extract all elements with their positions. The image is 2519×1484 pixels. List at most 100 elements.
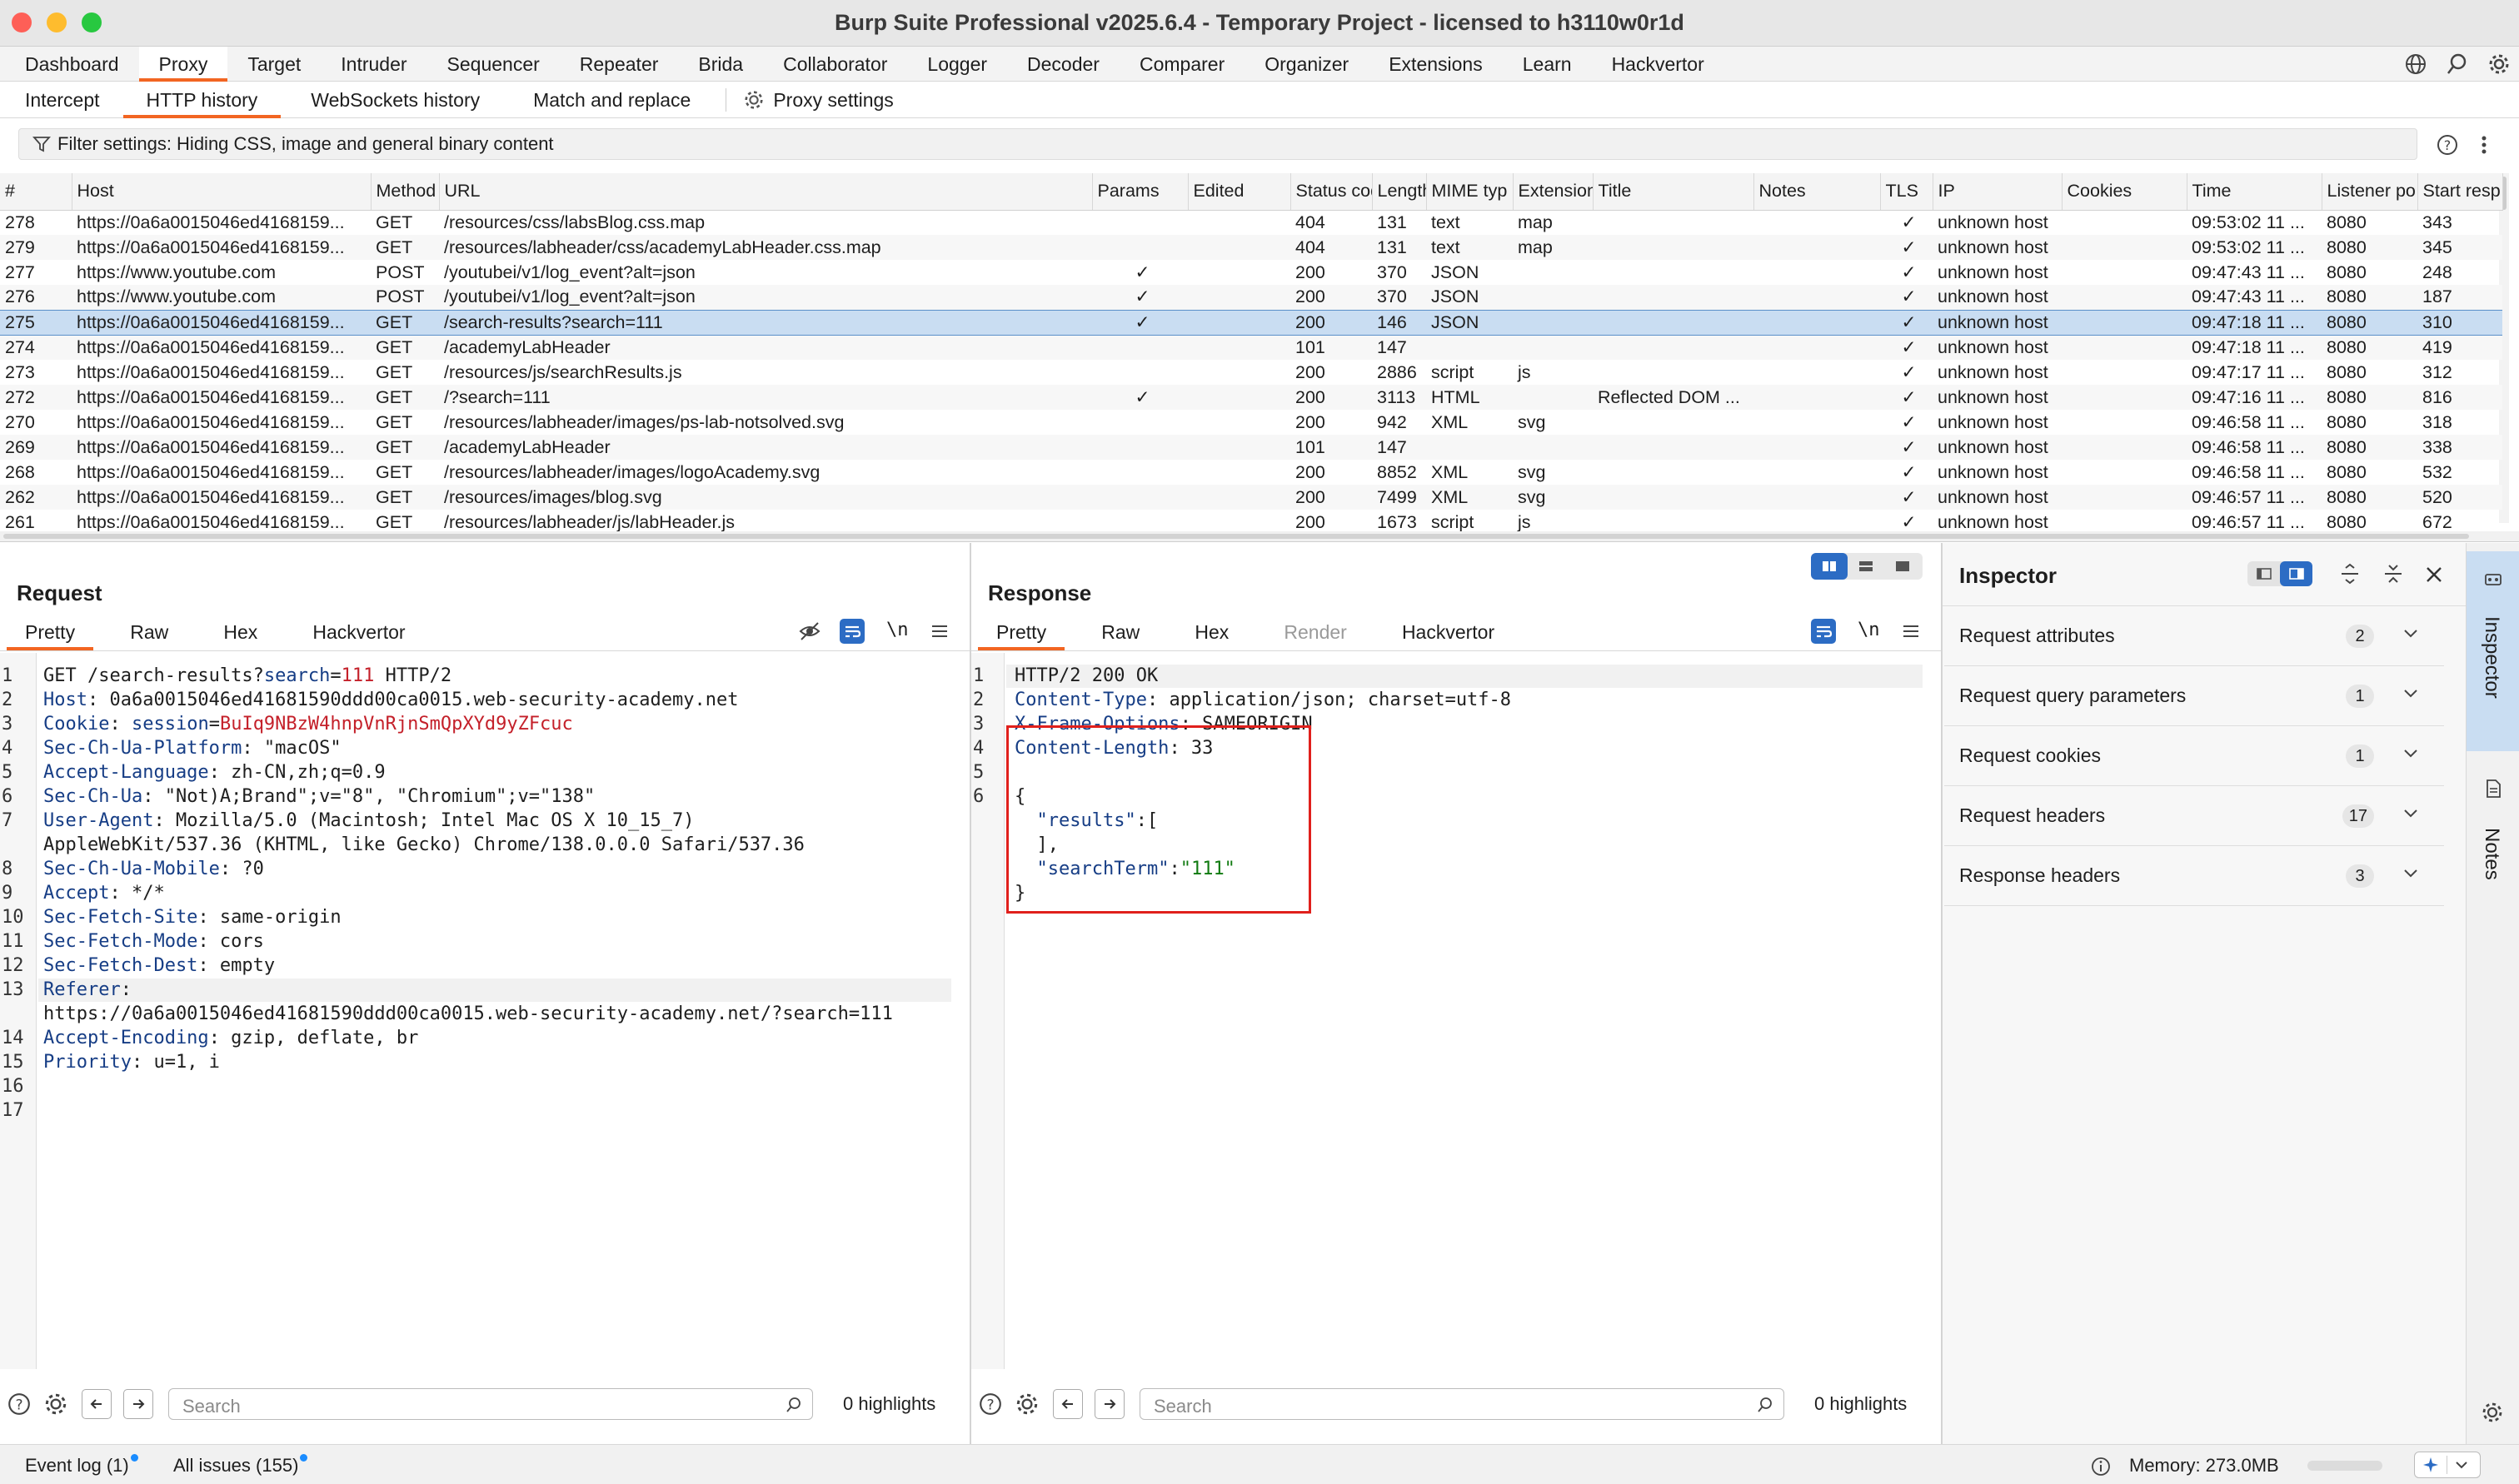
tab-comparer[interactable]: Comparer xyxy=(1120,47,1245,82)
column-header-ip[interactable]: IP xyxy=(1933,173,2063,211)
gear-icon[interactable] xyxy=(43,1392,68,1417)
column-header-number[interactable]: # xyxy=(0,173,72,211)
table-row[interactable]: 277 https://www.youtube.com POST/youtubei/… xyxy=(0,260,2502,285)
table-row[interactable]: 275 https://0a6a0015046ed4168159... GET/se… xyxy=(0,309,2502,336)
side-tab-notes[interactable]: Notes xyxy=(2467,766,2519,916)
inspector-section-request-attributes[interactable]: Request attributes 2 xyxy=(1944,606,2444,666)
globe-icon[interactable] xyxy=(2404,52,2427,76)
response-tab-pretty[interactable]: Pretty xyxy=(978,614,1065,650)
response-search-input[interactable]: Search xyxy=(1140,1388,1784,1420)
table-row[interactable]: 279 https://0a6a0015046ed4168159... GET/re… xyxy=(0,235,2502,260)
inspector-layout-side-button[interactable] xyxy=(2280,561,2312,586)
table-row[interactable]: 261 https://0a6a0015046ed4168159... GET/re… xyxy=(0,510,2502,532)
help-icon[interactable]: ? xyxy=(2436,133,2459,157)
wrap-lines-toggle[interactable] xyxy=(840,619,865,644)
tab-target[interactable]: Target xyxy=(227,47,321,82)
response-tab-hex[interactable]: Hex xyxy=(1176,614,1247,650)
newline-toggle[interactable]: \n xyxy=(1858,620,1880,640)
close-icon[interactable] xyxy=(2424,565,2444,585)
column-header-cookies[interactable]: Cookies xyxy=(2062,173,2187,211)
column-header-url[interactable]: URL xyxy=(439,173,1093,211)
tab-intercept[interactable]: Intercept xyxy=(0,82,123,118)
column-header-params[interactable]: Params xyxy=(1092,173,1189,211)
column-header-listener-po[interactable]: Listener po xyxy=(2322,173,2418,211)
inspector-section-request-query-parameters[interactable]: Request query parameters 1 xyxy=(1944,666,2444,726)
tab-organizer[interactable]: Organizer xyxy=(1245,47,1369,82)
all-issues-button[interactable]: All issues (155) xyxy=(173,1454,308,1477)
column-header-mime-typ[interactable]: MIME typ xyxy=(1426,173,1514,211)
previous-match-button[interactable] xyxy=(1053,1389,1083,1419)
column-header-title[interactable]: Title xyxy=(1593,173,1754,211)
gear-icon[interactable] xyxy=(1015,1392,1040,1417)
table-row[interactable]: 269 https://0a6a0015046ed4168159... GET/ac… xyxy=(0,435,2502,460)
tab-logger[interactable]: Logger xyxy=(907,47,1007,82)
next-match-button[interactable] xyxy=(1095,1389,1125,1419)
ai-assistant-button[interactable] xyxy=(2414,1452,2481,1478)
tab-dashboard[interactable]: Dashboard xyxy=(5,47,139,82)
table-row[interactable]: 272 https://0a6a0015046ed4168159... GET/?s… xyxy=(0,385,2502,410)
collapse-all-icon[interactable] xyxy=(2382,563,2404,585)
column-header-length[interactable]: Length xyxy=(1372,173,1427,211)
help-icon[interactable]: ? xyxy=(978,1392,1003,1417)
expand-all-icon[interactable] xyxy=(2339,563,2361,585)
menu-icon[interactable] xyxy=(930,621,950,641)
layout-side-by-side-button[interactable] xyxy=(1811,553,1848,580)
table-row[interactable]: 278 https://0a6a0015046ed4168159... GET/re… xyxy=(0,210,2502,235)
inspector-section-response-headers[interactable]: Response headers 3 xyxy=(1944,846,2444,906)
column-header-edited[interactable]: Edited xyxy=(1188,173,1291,211)
column-header-status-code[interactable]: Status code xyxy=(1290,173,1373,211)
layout-stacked-button[interactable] xyxy=(1848,553,1884,580)
layout-tabs-button[interactable] xyxy=(1884,553,1921,580)
table-row[interactable]: 268 https://0a6a0015046ed4168159... GET/re… xyxy=(0,460,2502,485)
wrap-lines-toggle[interactable] xyxy=(1811,619,1836,644)
column-header-extension[interactable]: Extension xyxy=(1513,173,1594,211)
next-match-button[interactable] xyxy=(123,1389,153,1419)
menu-icon[interactable] xyxy=(1901,621,1921,641)
inspector-section-request-cookies[interactable]: Request cookies 1 xyxy=(1944,726,2444,786)
inspector-section-request-headers[interactable]: Request headers 17 xyxy=(1944,786,2444,846)
gear-icon[interactable] xyxy=(2481,1401,2504,1424)
tab-match-and-replace[interactable]: Match and replace xyxy=(503,82,714,118)
table-row[interactable]: 273 https://0a6a0015046ed4168159... GET/re… xyxy=(0,360,2502,385)
previous-match-button[interactable] xyxy=(82,1389,112,1419)
inspector-layout-list-button[interactable] xyxy=(2247,561,2280,586)
request-editor[interactable]: 1 GET /search-results?search=111 HTTP/2 2 H… xyxy=(0,653,968,1369)
tab-extensions[interactable]: Extensions xyxy=(1369,47,1503,82)
table-row[interactable]: 262 https://0a6a0015046ed4168159... GET/re… xyxy=(0,485,2502,510)
newline-toggle[interactable]: \n xyxy=(886,620,909,640)
request-tab-pretty[interactable]: Pretty xyxy=(7,614,94,650)
more-options-icon[interactable] xyxy=(2479,133,2489,157)
request-tab-hackvertor[interactable]: Hackvertor xyxy=(294,614,423,650)
tab-websockets-history[interactable]: WebSockets history xyxy=(281,82,503,118)
request-tab-hex[interactable]: Hex xyxy=(205,614,276,650)
request-search-input[interactable]: Search xyxy=(168,1388,813,1420)
column-header-start-resp[interactable]: Start resp xyxy=(2417,173,2503,211)
gear-icon[interactable] xyxy=(2487,52,2511,76)
info-icon[interactable] xyxy=(2091,1457,2111,1477)
filter-bar[interactable]: Filter settings: Hiding CSS, image and g… xyxy=(18,128,2417,160)
help-icon[interactable]: ? xyxy=(7,1392,32,1417)
tab-collaborator[interactable]: Collaborator xyxy=(763,47,907,82)
table-row[interactable]: 274 https://0a6a0015046ed4168159... GET/ac… xyxy=(0,335,2502,360)
table-row[interactable]: 276 https://www.youtube.com POST/youtubei/… xyxy=(0,285,2502,310)
tab-sequencer[interactable]: Sequencer xyxy=(427,47,560,82)
table-row[interactable]: 270 https://0a6a0015046ed4168159... GET/re… xyxy=(0,410,2502,435)
tab-brida[interactable]: Brida xyxy=(678,47,763,82)
table-horizontal-scrollbar[interactable] xyxy=(0,531,2519,541)
proxy-settings-button[interactable]: Proxy settings xyxy=(738,82,916,118)
tab-intruder[interactable]: Intruder xyxy=(321,47,426,82)
tab-learn[interactable]: Learn xyxy=(1503,47,1592,82)
tab-proxy[interactable]: Proxy xyxy=(138,46,228,82)
event-log-button[interactable]: Event log (1) xyxy=(25,1454,138,1477)
tab-http-history[interactable]: HTTP history xyxy=(122,82,282,118)
column-header-notes[interactable]: Notes xyxy=(1753,173,1881,211)
column-header-method[interactable]: Method xyxy=(371,173,440,211)
side-tab-inspector[interactable]: Inspector xyxy=(2467,551,2519,751)
response-tab-hackvertor[interactable]: Hackvertor xyxy=(1384,614,1513,650)
hide-icon[interactable] xyxy=(798,620,821,643)
tab-repeater[interactable]: Repeater xyxy=(560,47,679,82)
response-tab-raw[interactable]: Raw xyxy=(1083,614,1158,650)
request-tab-raw[interactable]: Raw xyxy=(112,614,187,650)
column-header-time[interactable]: Time xyxy=(2187,173,2322,211)
tab-hackvertor[interactable]: Hackvertor xyxy=(1592,47,1724,82)
